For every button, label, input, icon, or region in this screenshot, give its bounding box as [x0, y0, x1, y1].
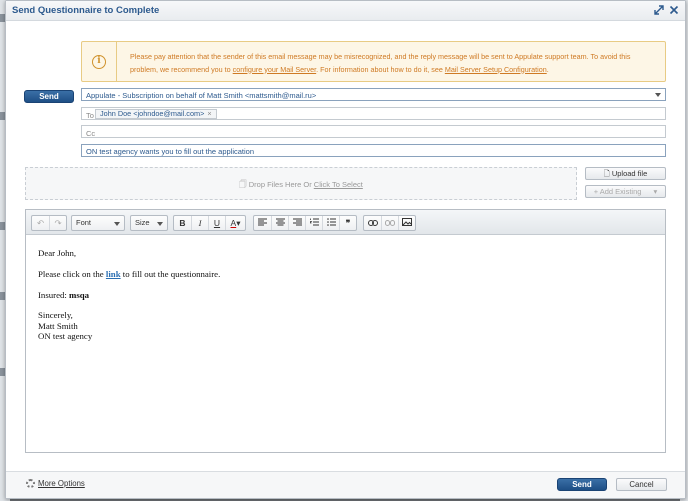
- sender-agency: ON test agency: [38, 331, 93, 342]
- questionnaire-link[interactable]: link: [106, 269, 121, 279]
- send-button-top[interactable]: Send: [24, 90, 74, 103]
- subject-field[interactable]: ON test agency wants you to fill out the…: [81, 144, 666, 157]
- send-button[interactable]: Send: [557, 478, 607, 491]
- greeting: Dear John,: [38, 248, 77, 258]
- file-icon: 🗍: [239, 180, 247, 189]
- more-options-button[interactable]: More Options: [26, 479, 85, 488]
- to-label: To: [86, 110, 94, 120]
- bullet-list-icon[interactable]: [322, 216, 339, 230]
- underline-icon[interactable]: U: [208, 216, 225, 230]
- chevron-down-icon: ▾: [653, 187, 658, 196]
- recipient-chip: John Doe <johndoe@mail.com> ×: [95, 109, 217, 119]
- upload-file-button[interactable]: 🗋 Upload file: [585, 167, 666, 180]
- from-select[interactable]: Appulate - Subscription on behalf of Mat…: [81, 88, 666, 101]
- configure-mail-server-link[interactable]: configure your Mail Server: [233, 65, 317, 74]
- font-select[interactable]: Font: [71, 215, 125, 231]
- redo-icon[interactable]: ↷: [49, 216, 66, 230]
- bold-icon[interactable]: B: [174, 216, 191, 230]
- unlink-icon[interactable]: [381, 216, 398, 230]
- cc-field[interactable]: Cc: [81, 125, 666, 138]
- chevron-down-icon: [655, 93, 661, 97]
- add-existing-button[interactable]: + Add Existing ▾: [585, 185, 666, 198]
- questionnaire-line: Please click on the link to fill out the…: [38, 268, 221, 279]
- send-questionnaire-dialog: Send Questionnaire to Complete i Please …: [5, 0, 686, 499]
- mail-server-setup-link[interactable]: Mail Server Setup Configuration: [445, 65, 547, 74]
- subject-value: ON test agency wants you to fill out the…: [86, 147, 255, 156]
- text-color-icon[interactable]: A▾: [225, 216, 245, 230]
- remove-recipient-icon[interactable]: ×: [207, 109, 211, 118]
- format-group: B I U A▾: [173, 215, 246, 231]
- paragraph-group: ❞: [253, 215, 357, 231]
- align-center-icon[interactable]: [271, 216, 288, 230]
- mail-server-warning: i Please pay attention that the sender o…: [81, 41, 666, 82]
- insert-group: [363, 215, 416, 231]
- size-select[interactable]: Size: [130, 215, 168, 231]
- insured-line: Insured: msqa: [38, 289, 90, 300]
- cancel-button[interactable]: Cancel: [616, 478, 667, 491]
- from-value: Appulate - Subscription on behalf of Mat…: [86, 91, 317, 100]
- recipient-name: John Doe <johndoe@mail.com>: [100, 109, 205, 118]
- undo-icon[interactable]: ↶: [32, 216, 49, 230]
- dialog-footer: More Options Send Cancel: [6, 471, 685, 498]
- align-right-icon[interactable]: [288, 216, 305, 230]
- link-icon[interactable]: [364, 216, 381, 230]
- maximize-icon[interactable]: [654, 5, 664, 15]
- rich-text-editor: ↶ ↷ Font Size B I U A▾ ❞ Dear John, Plea…: [25, 209, 666, 453]
- click-to-select-link[interactable]: Click To Select: [314, 180, 363, 189]
- close-icon[interactable]: [669, 5, 679, 15]
- to-field[interactable]: To John Doe <johndoe@mail.com> ×: [81, 107, 666, 120]
- blockquote-icon[interactable]: ❞: [339, 216, 356, 230]
- cc-placeholder: Cc: [86, 128, 96, 138]
- dialog-title: Send Questionnaire to Complete: [12, 5, 160, 16]
- info-icon: i: [92, 55, 106, 69]
- image-icon[interactable]: [398, 216, 415, 230]
- file-drop-zone[interactable]: 🗍 Drop Files Here Or Click To Select: [25, 167, 577, 200]
- closing: Sincerely,: [38, 310, 73, 321]
- history-group: ↶ ↷: [31, 215, 67, 231]
- gear-icon: [26, 479, 35, 488]
- numbered-list-icon[interactable]: [305, 216, 322, 230]
- warning-text: Please pay attention that the sender of …: [130, 52, 631, 74]
- italic-icon[interactable]: I: [191, 216, 208, 230]
- message-body[interactable]: Dear John, Please click on the link to f…: [38, 248, 220, 342]
- chevron-down-icon: [157, 222, 163, 226]
- file-icon: 🗋: [603, 169, 610, 178]
- chevron-down-icon: [114, 222, 120, 226]
- editor-toolbar: ↶ ↷ Font Size B I U A▾ ❞: [26, 210, 665, 235]
- sender-name: Matt Smith: [38, 320, 78, 331]
- align-left-icon[interactable]: [254, 216, 271, 230]
- insured-value: msqa: [69, 289, 90, 300]
- dialog-titlebar: Send Questionnaire to Complete: [6, 1, 685, 21]
